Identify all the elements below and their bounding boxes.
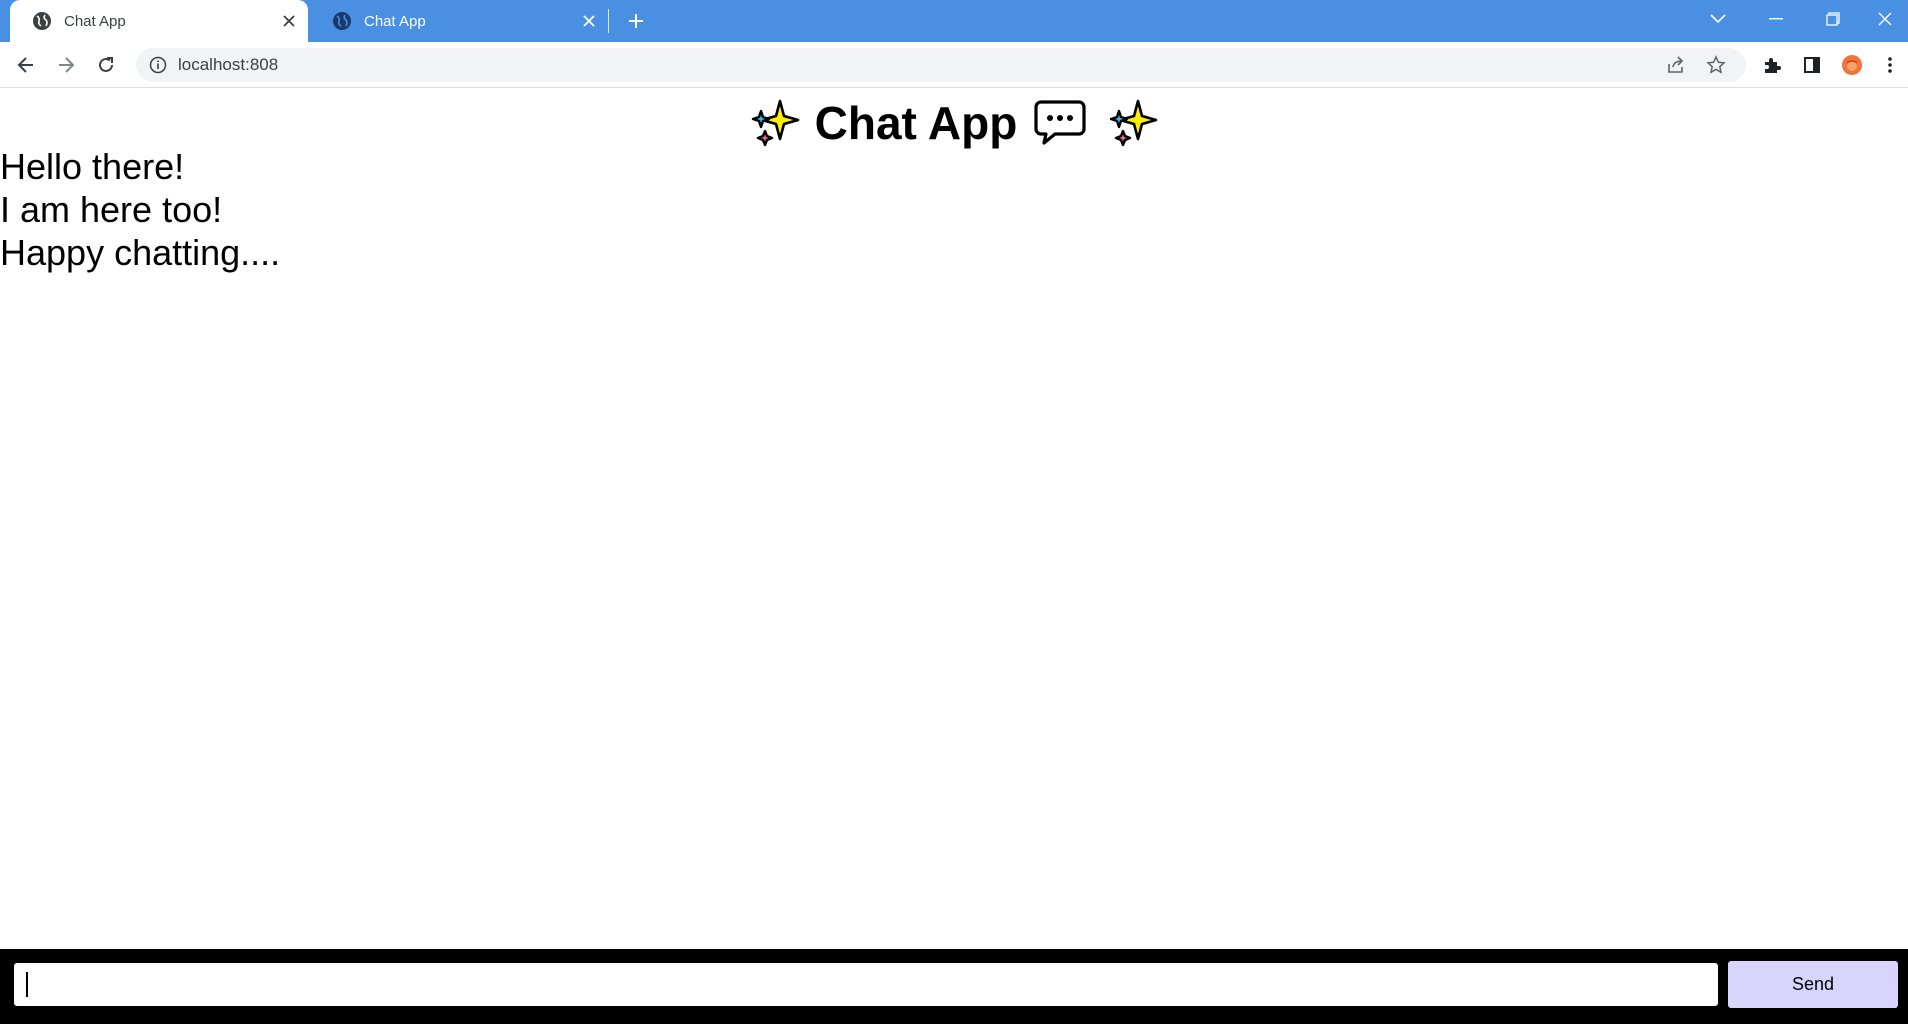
tab-title: Chat App bbox=[64, 12, 126, 30]
sparkles-icon bbox=[751, 99, 799, 147]
reload-button[interactable] bbox=[90, 49, 122, 81]
side-panel-icon bbox=[1804, 57, 1820, 73]
text-caret bbox=[26, 972, 28, 997]
side-panel-button[interactable] bbox=[1796, 49, 1828, 81]
close-tab-icon[interactable] bbox=[574, 6, 604, 36]
bookmark-button[interactable] bbox=[1700, 55, 1732, 75]
tab-chat-app[interactable]: Chat App bbox=[310, 0, 608, 42]
menu-button[interactable] bbox=[1876, 49, 1904, 81]
tab-search-button[interactable] bbox=[1690, 0, 1746, 38]
tab-separator bbox=[608, 9, 609, 33]
message-list: Hello there! I am here too! Happy chatti… bbox=[0, 145, 1000, 274]
avatar bbox=[1842, 55, 1862, 75]
close-window-button[interactable] bbox=[1862, 0, 1908, 38]
share-icon bbox=[1668, 56, 1684, 73]
message-item: Hello there! bbox=[0, 146, 185, 187]
address-url: localhost:808 bbox=[178, 55, 279, 74]
star-icon bbox=[1706, 55, 1726, 74]
kebab-menu-icon bbox=[1888, 57, 1892, 73]
reload-icon bbox=[99, 57, 113, 72]
close-tab-icon[interactable] bbox=[274, 6, 304, 36]
message-form: Send bbox=[0, 949, 1908, 1024]
chevron-down-icon bbox=[1710, 14, 1726, 24]
tab-title: Chat App bbox=[364, 12, 426, 30]
address-bar[interactable]: localhost:808 bbox=[136, 48, 1746, 82]
minimize-button[interactable] bbox=[1748, 0, 1804, 38]
page-content: Chat App Hello there! I am here too! Hap… bbox=[0, 89, 1908, 1024]
share-button[interactable] bbox=[1660, 55, 1692, 75]
page-title: Chat App bbox=[814, 97, 1018, 149]
puzzle-icon bbox=[1765, 58, 1781, 73]
browser-toolbar: localhost:808 bbox=[0, 42, 1908, 88]
back-button[interactable] bbox=[10, 49, 42, 81]
new-tab-button[interactable] bbox=[618, 6, 654, 36]
send-button[interactable]: Send bbox=[1728, 961, 1898, 1008]
message-item: Happy chatting.... bbox=[0, 232, 281, 273]
extensions-button[interactable] bbox=[1756, 49, 1788, 81]
plus-icon bbox=[629, 14, 643, 28]
forward-button[interactable] bbox=[50, 49, 82, 81]
message-item: I am here too! bbox=[0, 189, 223, 230]
speech-bubble-icon bbox=[1034, 100, 1086, 145]
restore-icon bbox=[1826, 12, 1840, 26]
profile-button[interactable] bbox=[1836, 49, 1868, 81]
message-input[interactable] bbox=[12, 961, 1720, 1008]
restore-button[interactable] bbox=[1805, 0, 1861, 38]
sparkles-icon bbox=[1110, 99, 1158, 147]
tab-strip: Chat App Chat App bbox=[0, 0, 1908, 42]
minimize-icon bbox=[1769, 18, 1783, 20]
arrow-left-icon bbox=[17, 57, 33, 73]
page-heading: Chat App bbox=[0, 95, 1908, 151]
globe-icon bbox=[33, 12, 51, 30]
info-icon[interactable] bbox=[148, 55, 168, 75]
globe-icon bbox=[333, 12, 351, 30]
close-icon bbox=[1878, 12, 1892, 26]
arrow-right-icon bbox=[59, 57, 75, 73]
tab-chat-app-active[interactable]: Chat App bbox=[10, 0, 308, 42]
